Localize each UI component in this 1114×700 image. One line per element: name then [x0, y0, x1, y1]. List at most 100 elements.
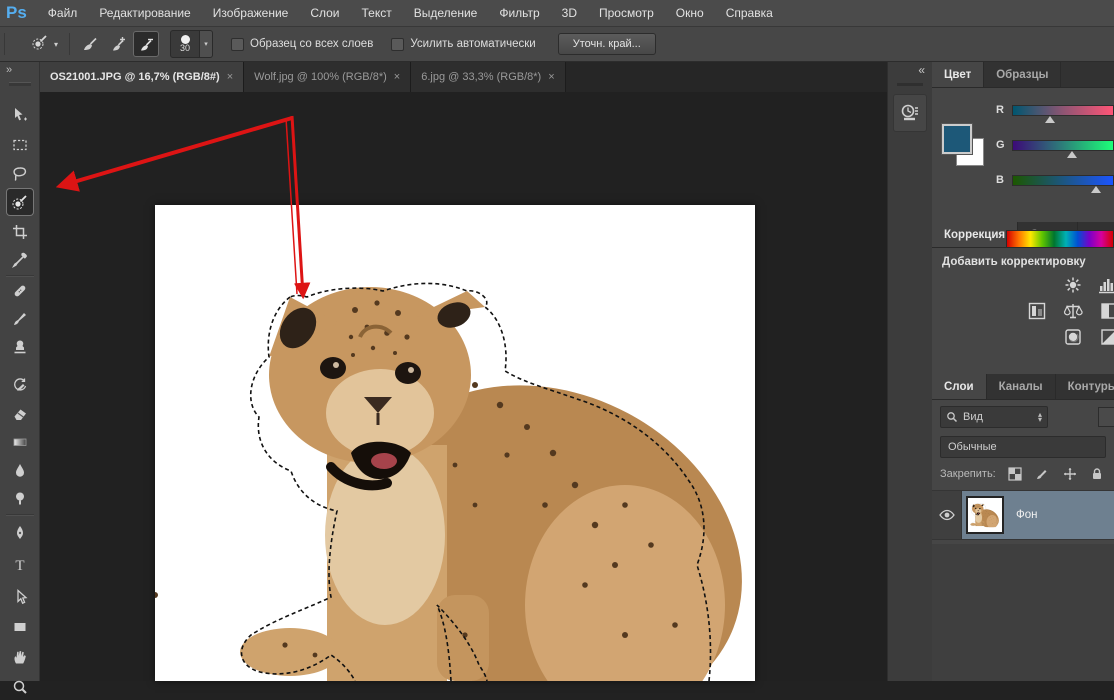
dock-gripper[interactable] [897, 83, 923, 86]
green-channel-row: G [996, 135, 1114, 155]
menu-file[interactable]: Файл [37, 6, 89, 20]
tool-group-divider [6, 275, 34, 276]
green-channel-slider[interactable] [1012, 140, 1114, 151]
brush-size-value: 30 [180, 44, 190, 53]
new-selection-mode-button[interactable] [77, 31, 103, 57]
chevron-down-icon: ▾ [54, 40, 58, 49]
document-tab-1[interactable]: OS21001.JPG @ 16,7% (RGB/8#) × [40, 62, 244, 92]
brush-tool[interactable] [7, 306, 33, 332]
layer-name: Фон [1016, 509, 1038, 521]
dodge-tool[interactable] [7, 485, 33, 511]
menu-window[interactable]: Окно [665, 6, 715, 20]
expand-tools-icon[interactable]: » [0, 62, 39, 76]
menu-3d[interactable]: 3D [551, 6, 588, 20]
curves-adjustment-icon[interactable] [1026, 302, 1048, 320]
red-slider-handle[interactable] [1045, 116, 1055, 123]
menu-filter[interactable]: Фильтр [488, 6, 550, 20]
menu-type[interactable]: Текст [351, 6, 403, 20]
quick-selection-tool[interactable] [7, 189, 33, 215]
history-brush-tool[interactable] [7, 372, 33, 398]
checkbox-icon [231, 38, 244, 51]
gradient-tool[interactable] [7, 429, 33, 455]
layer-visibility-toggle[interactable] [932, 491, 962, 539]
lock-position-icon[interactable] [1061, 466, 1079, 482]
close-icon[interactable]: × [548, 71, 554, 83]
close-icon[interactable]: × [227, 71, 233, 83]
menu-edit[interactable]: Редактирование [88, 6, 201, 20]
add-to-selection-mode-button[interactable] [105, 31, 131, 57]
color-spectrum-ramp[interactable] [1006, 230, 1114, 248]
menu-image[interactable]: Изображение [202, 6, 300, 20]
search-icon [946, 411, 958, 423]
foreground-color-swatch[interactable] [942, 124, 972, 154]
type-tool[interactable]: T [7, 552, 33, 578]
brush-size-dropdown[interactable]: ▾ [200, 30, 213, 58]
document-canvas[interactable] [155, 205, 755, 681]
document-tab-2[interactable]: Wolf.jpg @ 100% (RGB/8*) × [244, 62, 411, 92]
sample-all-layers-label: Образец со всех слоев [250, 38, 373, 50]
lock-pixels-icon[interactable] [1033, 466, 1051, 482]
channel-mixer-adjustment-icon[interactable] [1098, 328, 1114, 346]
tools-panel: » T [0, 62, 40, 681]
auto-enhance-label: Усилить автоматически [410, 38, 535, 50]
move-tool[interactable] [7, 102, 33, 128]
layer-filter-toggle[interactable] [1098, 407, 1114, 427]
refine-edge-button[interactable]: Уточн. край... [558, 33, 656, 55]
black-white-adjustment-icon[interactable] [1098, 302, 1114, 320]
zoom-tool[interactable] [7, 674, 33, 700]
tab-swatches[interactable]: Образцы [984, 62, 1061, 87]
close-icon[interactable]: × [394, 71, 400, 83]
auto-enhance-checkbox[interactable]: Усилить автоматически [391, 38, 535, 51]
pen-tool[interactable] [7, 520, 33, 546]
blur-tool[interactable] [7, 457, 33, 483]
green-slider-handle[interactable] [1067, 151, 1077, 158]
red-channel-slider[interactable] [1012, 105, 1114, 116]
layer-filter-kind-dropdown[interactable]: Вид ▴▾ [940, 406, 1048, 428]
layers-panel-body: Вид ▴▾ Обычные Закрепить: [932, 400, 1114, 544]
path-selection-tool[interactable] [7, 584, 33, 610]
brightness-contrast-adjustment-icon[interactable] [1062, 276, 1084, 294]
layer-row-background[interactable]: Фон [932, 490, 1114, 540]
tab-color[interactable]: Цвет [932, 62, 984, 87]
eraser-tool[interactable] [7, 401, 33, 427]
blue-channel-row: B [996, 170, 1114, 190]
tab-paths[interactable]: Контуры [1056, 374, 1114, 399]
blend-mode-dropdown[interactable]: Обычные [940, 436, 1106, 458]
layer-filter-kind-value: Вид [963, 411, 983, 423]
document-tab-3[interactable]: 6.jpg @ 33,3% (RGB/8*) × [411, 62, 565, 92]
brush-size-picker[interactable]: 30 [170, 30, 200, 58]
red-channel-row: R [996, 100, 1114, 120]
selected-layer[interactable]: Фон [962, 491, 1114, 539]
subtract-from-selection-mode-button[interactable] [133, 31, 159, 57]
menu-layers[interactable]: Слои [299, 6, 350, 20]
menu-view[interactable]: Просмотр [588, 6, 665, 20]
layer-thumbnail[interactable] [966, 496, 1004, 534]
spinner-icon: ▴▾ [1038, 412, 1042, 422]
crop-tool[interactable] [7, 219, 33, 245]
eyedropper-tool[interactable] [7, 247, 33, 273]
lasso-tool[interactable] [7, 161, 33, 187]
collapse-panels-icon[interactable]: « [888, 62, 932, 77]
lock-all-icon[interactable] [1088, 466, 1106, 482]
rectangle-tool[interactable] [7, 614, 33, 640]
color-balance-adjustment-icon[interactable] [1062, 302, 1084, 320]
add-adjustment-label: Добавить корректировку [932, 248, 1114, 270]
lock-transparency-icon[interactable] [1006, 466, 1024, 482]
spot-healing-brush-tool[interactable] [7, 278, 33, 304]
options-divider [4, 33, 5, 55]
levels-adjustment-icon[interactable] [1098, 276, 1114, 294]
tab-channels[interactable]: Каналы [987, 374, 1056, 399]
history-panel-button[interactable] [893, 94, 927, 132]
blue-channel-slider[interactable] [1012, 175, 1114, 186]
menu-help[interactable]: Справка [715, 6, 784, 20]
rectangular-marquee-tool[interactable] [7, 132, 33, 158]
photo-filter-adjustment-icon[interactable] [1062, 328, 1084, 346]
blue-slider-handle[interactable] [1091, 186, 1101, 193]
hand-tool[interactable] [7, 644, 33, 670]
clone-stamp-tool[interactable] [7, 334, 33, 360]
tools-gripper[interactable] [9, 82, 31, 86]
tool-preset-picker[interactable]: ▾ [25, 30, 63, 59]
tab-layers[interactable]: Слои [932, 374, 987, 399]
menu-select[interactable]: Выделение [403, 6, 489, 20]
sample-all-layers-checkbox[interactable]: Образец со всех слоев [231, 38, 373, 51]
